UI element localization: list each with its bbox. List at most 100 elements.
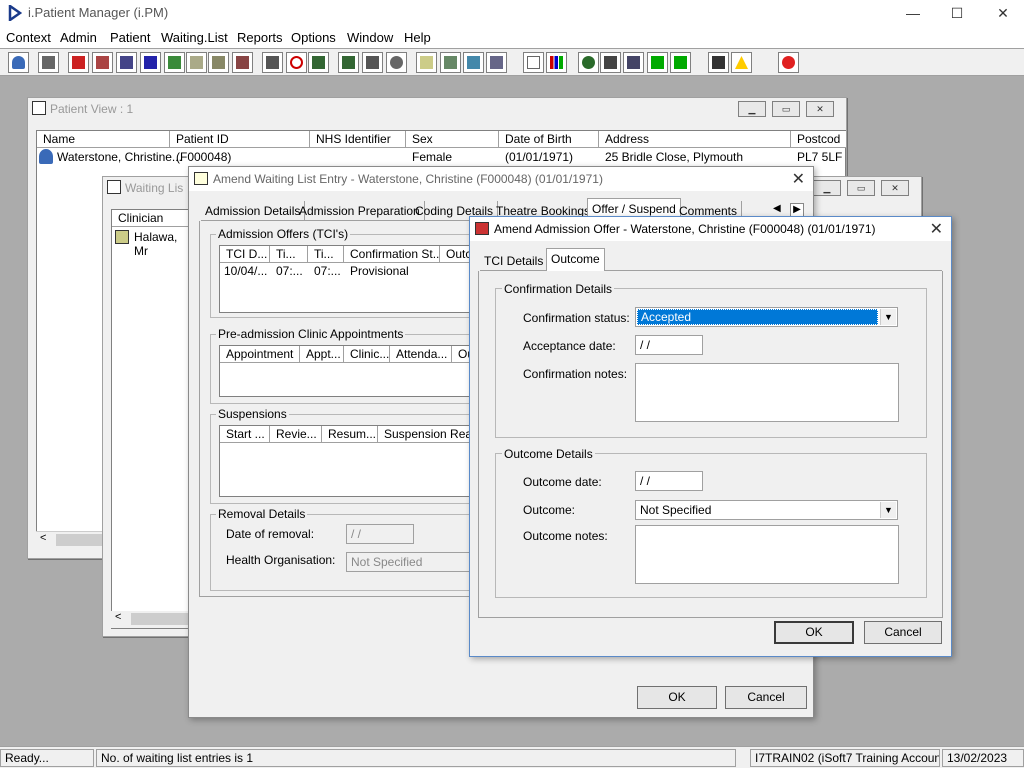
scissors-button[interactable] [262,52,283,73]
chevron-down-icon[interactable]: ▼ [880,309,896,325]
casenote-button[interactable] [68,52,89,73]
transfer-button[interactable] [647,52,668,73]
menu-reports[interactable]: Reports [237,30,283,45]
preadmission-label: Pre-admission Clinic Appointments [216,327,406,341]
tab-tci-details[interactable]: TCI Details [480,251,549,271]
col-patient-id[interactable]: Patient ID [170,131,310,148]
menu-admin[interactable]: Admin [60,30,97,45]
clipboard-icon [115,230,129,244]
message-button[interactable] [600,52,621,73]
row-postcode: PL7 5LF [797,150,843,164]
menu-patient[interactable]: Patient [110,30,150,45]
amend-wl-close[interactable]: ✕ [792,169,805,189]
exit-button[interactable] [778,52,799,73]
amend-offer-cancel-button[interactable]: Cancel [864,621,942,644]
col-name[interactable]: Name [37,131,170,148]
col-address[interactable]: Address [599,131,791,148]
patient-view-hscroll[interactable]: < [36,531,106,548]
report-button[interactable] [523,52,544,73]
scroll-thumb[interactable] [56,534,104,546]
chart-button[interactable] [440,52,461,73]
bed-button[interactable] [463,52,484,73]
col-clinician[interactable]: Clinician [112,210,192,227]
notes-button[interactable] [186,52,207,73]
amend-wl-ok-button[interactable]: OK [637,686,717,709]
col-confirmation-status[interactable]: Confirmation St... [344,246,440,263]
col-review[interactable]: Revie... [270,426,322,443]
menu-waiting-list[interactable]: Waiting.List [161,30,228,45]
amend-offer-close[interactable]: ✕ [930,219,943,239]
waiting-row-clinician[interactable]: Halawa, Mr [134,230,190,258]
doctor-button[interactable] [164,52,185,73]
minimize-button[interactable]: — [902,4,924,22]
patient-view-maximize[interactable]: ▭ [772,101,800,117]
warning-button[interactable] [731,52,752,73]
register-button[interactable] [116,52,137,73]
scroll-left-icon: < [115,611,122,623]
amend-offer-ok-button[interactable]: OK [774,621,854,644]
close-button[interactable]: ✕ [992,4,1014,22]
chevron-down-icon[interactable]: ▼ [880,502,896,518]
waiting-list-close[interactable]: ✕ [881,180,909,196]
record-button[interactable] [92,52,113,73]
tab-offer-suspend[interactable]: Offer / Suspend [587,198,681,218]
menu-help[interactable]: Help [404,30,431,45]
patient-view-minimize[interactable]: ▁ [738,101,766,117]
ambulance-button[interactable] [486,52,507,73]
outcome-select[interactable]: Not Specified ▼ [635,500,898,520]
edit-button[interactable] [208,52,229,73]
maximize-button[interactable]: ☐ [946,4,968,22]
waiting-list-maximize[interactable]: ▭ [847,180,875,196]
tab-outcome[interactable]: Outcome [546,248,605,271]
col-clinic[interactable]: Clinic... [344,346,390,363]
patient-view-close[interactable]: ✕ [806,101,834,117]
col-dob[interactable]: Date of Birth [499,131,599,148]
col-time-1[interactable]: Ti... [270,246,308,263]
admission-offers-label: Admission Offers (TCI's) [216,227,351,241]
form-button[interactable] [362,52,383,73]
confirmation-notes-textarea[interactable] [635,363,899,422]
col-time-2[interactable]: Ti... [308,246,344,263]
clock-button[interactable] [286,52,307,73]
dial-button[interactable] [386,52,407,73]
scroll-thumb[interactable] [131,613,189,625]
col-tci-date[interactable]: TCI D... [220,246,270,263]
monitor-button[interactable] [308,52,329,73]
swap-button[interactable] [708,52,729,73]
amend-wl-cancel-button[interactable]: Cancel [725,686,807,709]
patient-row[interactable]: Waterstone, Christine... (F000048) Femal… [37,148,845,166]
col-resume[interactable]: Resum... [322,426,378,443]
col-nhs-identifier[interactable]: NHS Identifier [310,131,406,148]
waiting-list-minimize[interactable]: ▁ [813,180,841,196]
transport-button[interactable] [232,52,253,73]
col-appt[interactable]: Appt... [300,346,344,363]
menu-window[interactable]: Window [347,30,393,45]
date-of-removal-input[interactable]: / / [346,524,414,544]
acceptance-date-input[interactable]: / / [635,335,703,355]
outcome-notes-textarea[interactable] [635,525,899,584]
col-suspension-reason[interactable]: Suspension Reaso [378,426,478,443]
tab-admission-details[interactable]: Admission Details [201,201,306,221]
download-button[interactable] [670,52,691,73]
check-button[interactable] [623,52,644,73]
waiting-list-hscroll[interactable]: < [111,611,191,628]
health-organisation-select[interactable]: Not Specified [346,552,476,572]
col-start[interactable]: Start ... [220,426,270,443]
patient-search-button[interactable] [8,52,29,73]
list-button[interactable] [338,52,359,73]
col-appointment[interactable]: Appointment [220,346,300,363]
col-postcode[interactable]: Postcod [791,131,847,148]
print-button[interactable] [38,52,59,73]
col-sex[interactable]: Sex [406,131,499,148]
menu-context[interactable]: Context [6,30,51,45]
outcome-date-input[interactable]: / / [635,471,703,491]
col-attendance[interactable]: Attenda... [390,346,452,363]
tab-scroll-left-icon[interactable]: ◀ [773,203,781,214]
merge-button[interactable] [140,52,161,73]
tab-admission-preparation[interactable]: Admission Preparation [295,201,425,221]
waiting-list-button[interactable] [416,52,437,73]
bar-chart-button[interactable] [546,52,567,73]
confirmation-status-select[interactable]: Accepted ▼ [635,307,898,327]
globe-button[interactable] [578,52,599,73]
menu-options[interactable]: Options [291,30,336,45]
